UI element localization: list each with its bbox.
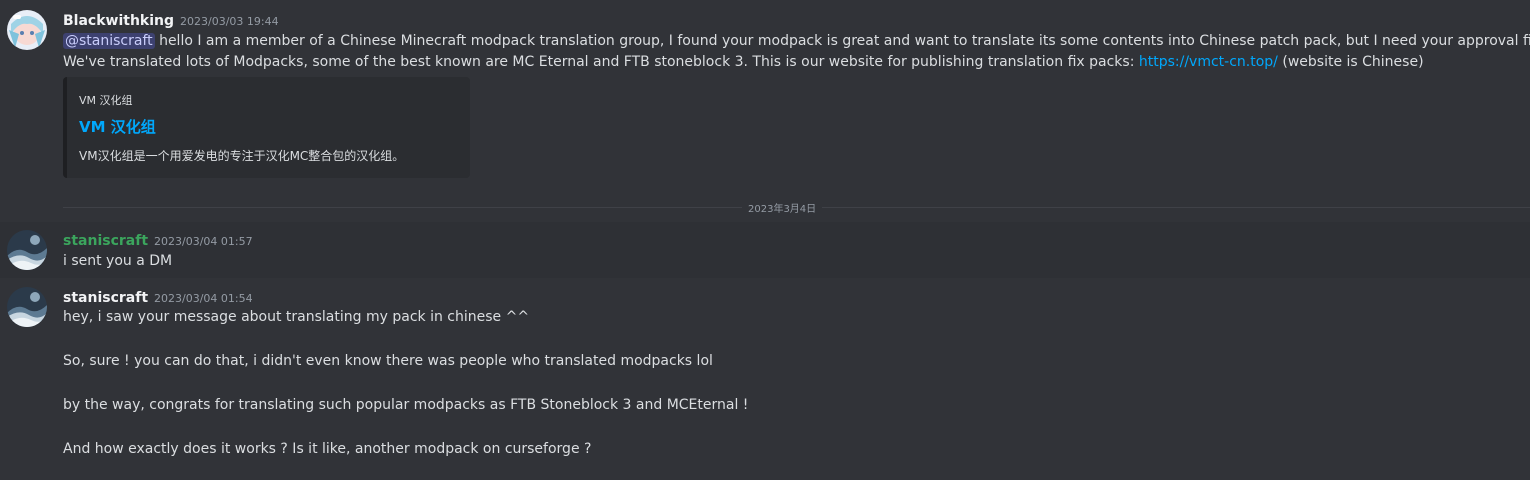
- avatar-staniscraft[interactable]: [7, 230, 47, 270]
- username[interactable]: Blackwithking: [63, 13, 174, 29]
- message-line-2: So, sure ! you can do that, i didn't eve…: [63, 353, 713, 369]
- message-staniscraft-1: staniscraft 2023/03/04 01:57 i sent you a…: [0, 222, 1530, 278]
- user-mention[interactable]: @staniscraft: [63, 33, 155, 49]
- message-line-3: by the way, congrats for translating suc…: [63, 397, 749, 413]
- message-text: hello I am a member of a Chinese Minecra…: [154, 33, 1530, 49]
- message-text: We've translated lots of Modpacks, some …: [63, 54, 1139, 70]
- message-staniscraft-2: staniscraft 2023/03/04 01:54 hey, i saw y…: [0, 279, 1530, 480]
- message-text: (website is Chinese): [1277, 54, 1424, 70]
- avatar-staniscraft[interactable]: [7, 287, 47, 327]
- message-text: i sent you a DM: [63, 253, 173, 269]
- website-link[interactable]: https://vmct-cn.top/: [1139, 54, 1278, 70]
- username[interactable]: staniscraft: [63, 290, 148, 306]
- message-blackwithking: Blackwithking 2023/03/03 19:44 @staniscra…: [0, 0, 1530, 190]
- link-embed: VM 汉化组 VM 汉化组 VM汉化组是一个用爱发电的专注于汉化MC整合包的汉化…: [63, 77, 470, 178]
- embed-provider: VM 汉化组: [79, 94, 133, 107]
- username[interactable]: staniscraft: [63, 233, 148, 249]
- message-header: staniscraft 2023/03/04 01:54: [63, 287, 253, 306]
- timestamp[interactable]: 2023/03/04 01:57: [154, 235, 253, 248]
- timestamp[interactable]: 2023/03/03 19:44: [180, 15, 279, 28]
- message-header: Blackwithking 2023/03/03 19:44: [63, 10, 279, 29]
- message-line-2: We've translated lots of Modpacks, some …: [63, 52, 1424, 72]
- date-divider-label: 2023年3月4日: [742, 200, 823, 215]
- message-header: staniscraft 2023/03/04 01:57: [63, 230, 253, 249]
- timestamp[interactable]: 2023/03/04 01:54: [154, 292, 253, 305]
- embed-title[interactable]: VM 汉化组: [79, 116, 156, 137]
- avatar-blackwithking[interactable]: [7, 10, 47, 50]
- chat-log: Blackwithking 2023/03/03 19:44 @staniscra…: [0, 0, 1530, 480]
- message-line-1: hey, i saw your message about translatin…: [63, 309, 530, 325]
- embed-description: VM汉化组是一个用爱发电的专注于汉化MC整合包的汉化组。: [79, 149, 405, 163]
- message-line-1: @staniscraft hello I am a member of a Ch…: [63, 31, 1530, 51]
- message-line-4: And how exactly does it works ? Is it li…: [63, 441, 592, 457]
